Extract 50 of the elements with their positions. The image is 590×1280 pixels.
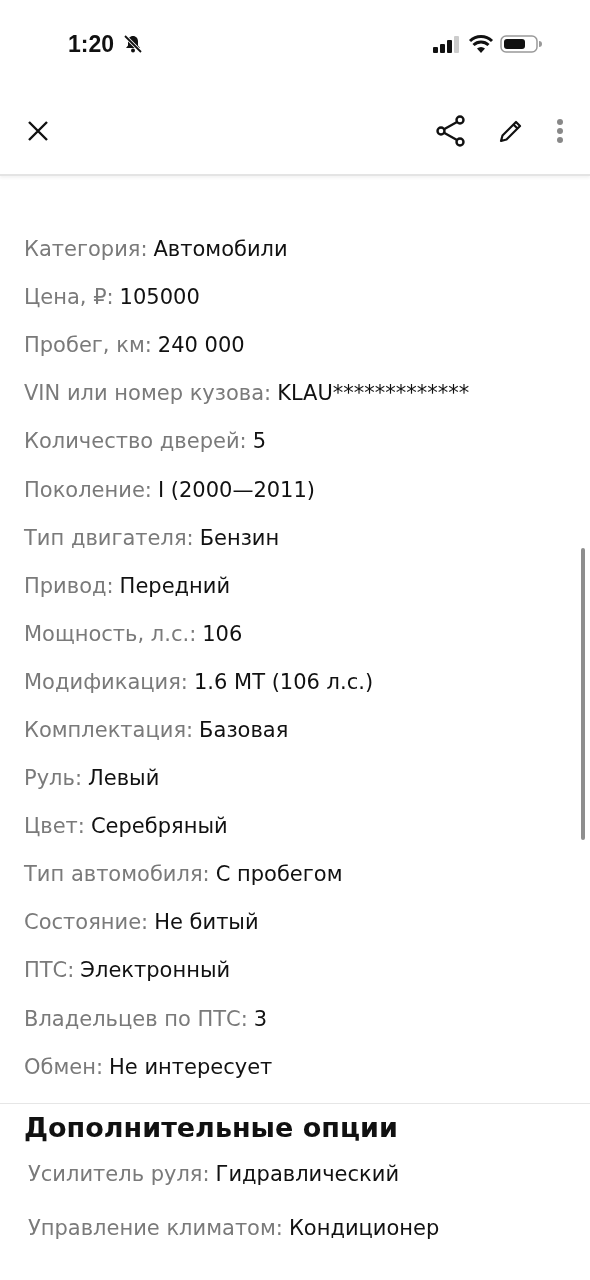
param-label: Владельцев по ПТС: bbox=[24, 1006, 248, 1031]
param-label: Руль: bbox=[24, 766, 82, 791]
param-label: ПТС: bbox=[24, 958, 75, 983]
param-label: Цена, ₽: bbox=[24, 285, 114, 310]
param-label: Обмен: bbox=[24, 1054, 104, 1079]
param-label: Мощность, л.с.: bbox=[24, 621, 197, 646]
more-icon bbox=[556, 118, 564, 144]
param-label: Привод: bbox=[24, 573, 114, 598]
param-value: Серебряный bbox=[90, 814, 228, 839]
param-value: Бензин bbox=[199, 525, 280, 550]
param-value: 105000 bbox=[119, 285, 200, 310]
param-value: KLAU************* bbox=[277, 381, 470, 406]
close-icon bbox=[26, 119, 50, 143]
param-value: Автомобили bbox=[153, 237, 288, 262]
param-value: 240 000 bbox=[157, 333, 245, 358]
status-time: 1:20 bbox=[68, 30, 115, 58]
param-label: Количество дверей: bbox=[24, 429, 247, 454]
param-label: Поколение: bbox=[24, 477, 152, 502]
share-icon bbox=[436, 115, 466, 147]
param-value: 5 bbox=[252, 429, 266, 454]
param-label: Цвет: bbox=[24, 814, 85, 839]
wifi-icon bbox=[468, 34, 494, 54]
option-label: Управление климатом: bbox=[28, 1215, 283, 1240]
param-label: Тип автомобиля: bbox=[24, 862, 210, 887]
param-label: Модификация: bbox=[24, 669, 188, 694]
param-value: Базовая bbox=[199, 718, 289, 742]
param-label: Категория: bbox=[24, 237, 148, 262]
param-label: Состояние: bbox=[24, 910, 149, 935]
param-value: Передний bbox=[119, 573, 231, 598]
param-value: Не интересует bbox=[109, 1054, 273, 1079]
option-label: Усилитель руля: bbox=[28, 1161, 210, 1186]
battery-icon bbox=[500, 34, 542, 54]
pencil-icon bbox=[498, 118, 524, 144]
param-value: 3 bbox=[253, 1006, 268, 1031]
param-value: С пробегом bbox=[215, 862, 343, 887]
bell-muted-icon bbox=[122, 33, 145, 55]
option-value: Гидравлический bbox=[215, 1161, 400, 1186]
param-label: Пробег, км: bbox=[24, 333, 152, 358]
param-value: Не битый bbox=[154, 910, 259, 935]
param-label: VIN или номер кузова: bbox=[24, 381, 272, 406]
param-value: I (2000—2011) bbox=[157, 477, 316, 502]
param-label: Тип двигателя: bbox=[24, 525, 194, 550]
param-label: Комплектация: bbox=[24, 718, 194, 742]
param-value: 106 bbox=[202, 621, 243, 646]
param-value: Левый bbox=[87, 766, 160, 791]
section-title: Дополнительные опции bbox=[23, 1110, 399, 1145]
param-value: Электронный bbox=[80, 958, 231, 983]
option-value: Кондиционер bbox=[288, 1215, 440, 1240]
param-value: 1.6 MT (106 л.с.) bbox=[193, 669, 374, 694]
signal-icon bbox=[432, 34, 462, 54]
